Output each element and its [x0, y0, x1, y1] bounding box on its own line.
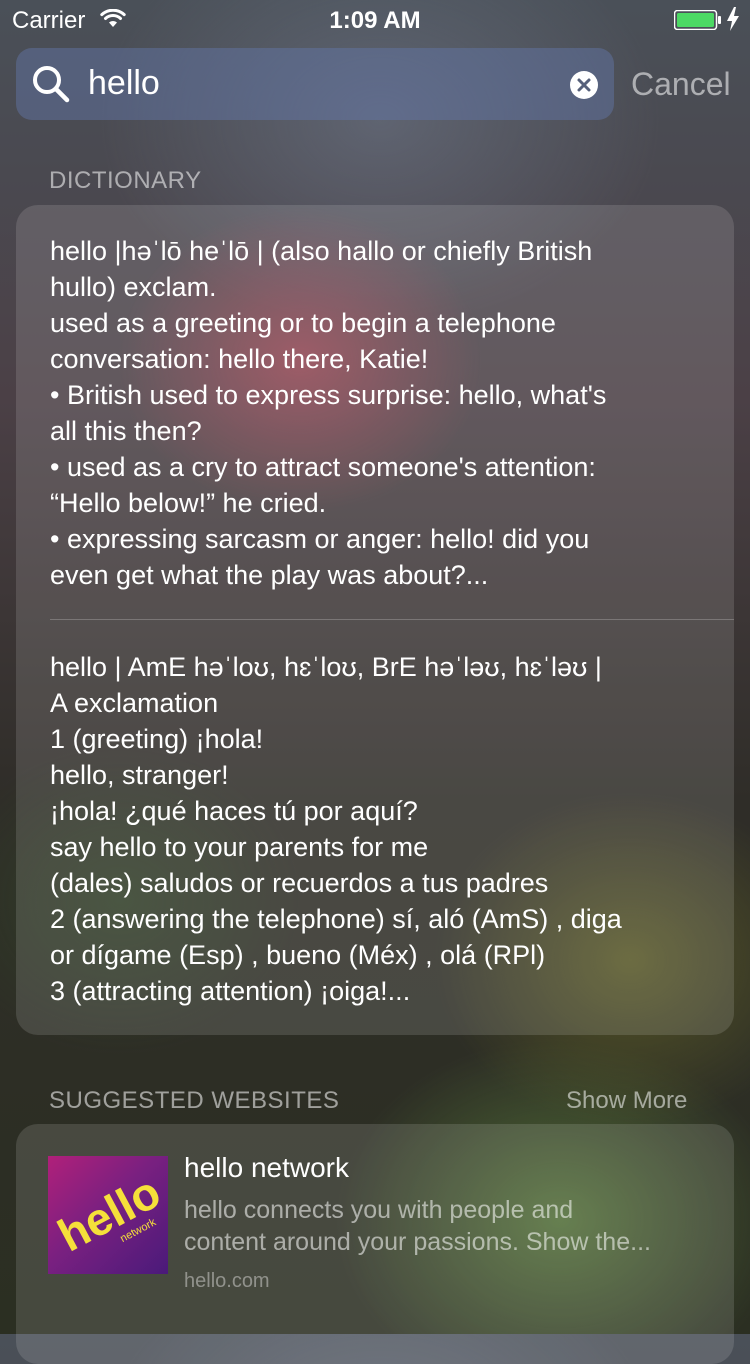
charging-icon — [726, 7, 740, 37]
definition-line: hello |həˈlō heˈlō | (also hallo or chie… — [50, 236, 593, 266]
definition-line: • expressing sarcasm or anger: hello! di… — [50, 524, 590, 554]
suggested-websites-section-title: SUGGESTED WEBSITES — [49, 1087, 340, 1114]
cancel-button[interactable]: Cancel — [631, 66, 731, 103]
dictionary-entry-english[interactable]: hello |həˈlō heˈlō | (also hallo or chie… — [50, 233, 710, 593]
definition-line: 3 (attracting attention) ¡oiga!... — [50, 976, 411, 1006]
status-bar: Carrier 1:09 AM — [0, 0, 750, 40]
definition-line: (dales) saludos or recuerdos a tus padre… — [50, 868, 549, 898]
definition-line: 2 (answering the telephone) sí, aló (AmS… — [50, 904, 622, 934]
definition-line: • British used to express surprise: hell… — [50, 380, 607, 410]
clear-text-button[interactable] — [570, 71, 598, 99]
definition-line: 1 (greeting) ¡hola! — [50, 724, 264, 754]
search-input[interactable]: hello — [88, 64, 160, 103]
description-line: hello connects you with people and — [184, 1196, 574, 1224]
definition-line: even get what the play was about?... — [50, 560, 489, 590]
dictionary-section-title: DICTIONARY — [49, 167, 202, 194]
website-result[interactable]: hello network hello network hello connec… — [16, 1124, 734, 1364]
definition-line: • used as a cry to attract someone's att… — [50, 452, 596, 482]
show-more-button[interactable]: Show More — [566, 1087, 687, 1115]
dictionary-entry-spanish[interactable]: hello | AmE həˈloʊ, hɛˈloʊ, BrE həˈləʊ, … — [50, 649, 710, 1009]
status-time: 1:09 AM — [329, 7, 421, 34]
definition-line: say hello to your parents for me — [50, 832, 429, 862]
definition-line: “Hello below!” he cried. — [50, 488, 327, 518]
definition-line: all this then? — [50, 416, 202, 446]
definition-line: hullo) exclam. — [50, 272, 217, 302]
search-field[interactable]: hello — [16, 48, 614, 120]
description-line: content around your passions. Show the..… — [184, 1228, 651, 1256]
definition-line: used as a greeting or to begin a telepho… — [50, 308, 556, 338]
site-title[interactable]: hello network — [184, 1152, 349, 1184]
definition-line: A exclamation — [50, 688, 219, 718]
battery-icon — [673, 9, 721, 31]
definition-line: hello | AmE həˈloʊ, hɛˈloʊ, BrE həˈləʊ, … — [50, 652, 602, 682]
site-url: hello.com — [184, 1270, 270, 1292]
definition-line: or dígame (Esp) , bueno (Méx) , olá (RPl… — [50, 940, 546, 970]
definition-line: ¡hola! ¿qué haces tú por aquí? — [50, 796, 418, 826]
site-logo: hello network — [48, 1156, 168, 1274]
logo-text: hello — [49, 1165, 168, 1261]
clear-icon — [577, 78, 591, 92]
search-icon — [30, 63, 72, 110]
dictionary-card[interactable]: hello |həˈlō heˈlō | (also hallo or chie… — [16, 205, 734, 1035]
entry-divider — [50, 619, 734, 620]
definition-line: hello, stranger! — [50, 760, 229, 790]
site-description: hello connects you with people and conte… — [184, 1194, 714, 1258]
definition-line: conversation: hello there, Katie! — [50, 344, 429, 374]
